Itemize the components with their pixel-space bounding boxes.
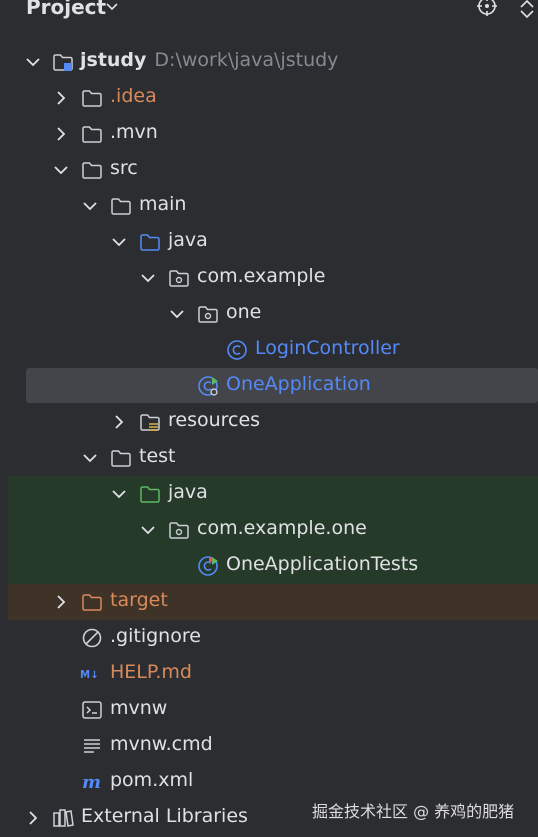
- package-icon: [198, 306, 218, 323]
- tree-item-label: test: [139, 445, 176, 467]
- tree-item-label: src: [110, 157, 138, 179]
- spring-boot-class-icon: [198, 376, 218, 396]
- tree-item-label: target: [110, 589, 168, 611]
- tree-item-label: com.example.one: [197, 517, 367, 539]
- module-folder-icon: [53, 54, 73, 71]
- tree-item-main[interactable]: main: [0, 188, 538, 224]
- tree-item-mvnw-cmd[interactable]: mvnw.cmd: [0, 728, 538, 764]
- chevron-down-icon[interactable]: [139, 269, 157, 287]
- tree-item-label: .mvn: [110, 121, 158, 143]
- folder-icon: [111, 450, 131, 467]
- tree-item-label: OneApplicationTests: [226, 553, 419, 575]
- tree-item-label: pom.xml: [110, 769, 194, 791]
- svg-text:m: m: [82, 772, 101, 793]
- folder-icon: [111, 198, 131, 215]
- panel-title[interactable]: Project: [26, 0, 106, 19]
- chevron-down-icon[interactable]: [81, 449, 99, 467]
- tree-item-one[interactable]: one: [0, 296, 538, 332]
- chevron-right-icon[interactable]: [110, 413, 128, 431]
- tree-item-label: LoginController: [255, 337, 400, 359]
- chevron-down-icon[interactable]: [110, 485, 128, 503]
- terminal-file-icon: [82, 701, 102, 719]
- watermark: 掘金技术社区 @ 养鸡的肥猪: [312, 802, 515, 821]
- folder-icon: [82, 126, 102, 143]
- tree-item-jstudy[interactable]: jstudy D:\work\java\jstudy: [0, 44, 538, 80]
- chevron-right-icon[interactable]: [52, 125, 70, 143]
- chevron-down-icon[interactable]: [24, 53, 42, 71]
- tree-item-test-java[interactable]: java: [0, 476, 538, 512]
- tree-item-target[interactable]: target: [0, 584, 538, 620]
- tree-item-label: .idea: [110, 85, 157, 107]
- chevron-right-icon[interactable]: [24, 809, 42, 827]
- chevron-right-icon[interactable]: [52, 89, 70, 107]
- tree-item-label: main: [139, 193, 187, 215]
- locate-icon[interactable]: [476, 0, 498, 17]
- chevron-down-icon[interactable]: [104, 0, 120, 14]
- tree-item-label: .gitignore: [110, 625, 201, 647]
- tree-item-label: java: [168, 229, 208, 251]
- tree-item-label: java: [168, 481, 208, 503]
- ignore-file-icon: [82, 628, 102, 648]
- folder-icon: [82, 90, 102, 107]
- tree-item-help-md[interactable]: M↓ HELP.md: [0, 656, 538, 692]
- tree-item-label: mvnw.cmd: [110, 733, 213, 755]
- tree-item-main-java[interactable]: java: [0, 224, 538, 260]
- package-icon: [169, 270, 189, 287]
- library-icon: [53, 809, 74, 827]
- tree-item-label: External Libraries: [81, 805, 248, 827]
- text-file-icon: [84, 739, 100, 753]
- tree-item-resources[interactable]: resources: [0, 404, 538, 440]
- tree-item-mvn[interactable]: .mvn: [0, 116, 538, 152]
- tree-item-src[interactable]: src: [0, 152, 538, 188]
- package-icon: [169, 522, 189, 539]
- chevron-down-icon[interactable]: [168, 305, 186, 323]
- tree-item-label: com.example: [197, 265, 326, 287]
- svg-text:M↓: M↓: [80, 670, 99, 681]
- source-folder-icon: [140, 234, 160, 251]
- tree-item-label: resources: [168, 409, 261, 431]
- tree-item-mvnw[interactable]: mvnw: [0, 692, 538, 728]
- chevron-right-icon[interactable]: [52, 593, 70, 611]
- chevron-down-icon[interactable]: [110, 233, 128, 251]
- tree-item-label: HELP.md: [110, 661, 192, 683]
- tree-item-login-controller[interactable]: LoginController: [0, 332, 538, 368]
- folder-icon: [82, 162, 102, 179]
- expand-collapse-icon[interactable]: [516, 0, 538, 20]
- tree-item-one-application-tests[interactable]: OneApplicationTests: [0, 548, 538, 584]
- project-path: D:\work\java\jstudy: [154, 49, 339, 71]
- maven-icon: m: [82, 772, 101, 793]
- tree-item-test[interactable]: test: [0, 440, 538, 476]
- chevron-down-icon[interactable]: [52, 161, 70, 179]
- chevron-down-icon[interactable]: [139, 521, 157, 539]
- markdown-icon: M↓: [80, 670, 99, 681]
- panel-header: Project: [0, 0, 538, 22]
- tree-item-idea[interactable]: .idea: [0, 80, 538, 116]
- resources-folder-icon: [140, 414, 160, 431]
- tree-item-one-application[interactable]: OneApplication: [0, 368, 538, 404]
- tree-item-label: one: [226, 301, 262, 323]
- tree-item-com-example-one[interactable]: com.example.one: [0, 512, 538, 548]
- tree-item-label: jstudy D:\work\java\jstudy: [80, 49, 339, 71]
- tree-item-gitignore[interactable]: .gitignore: [0, 620, 538, 656]
- test-source-folder-icon: [140, 486, 160, 503]
- class-icon: [227, 340, 247, 360]
- tree-item-label: mvnw: [110, 697, 168, 719]
- tree-item-com-example[interactable]: com.example: [0, 260, 538, 296]
- tree-item-label: OneApplication: [226, 373, 371, 395]
- excluded-folder-icon: [82, 594, 102, 611]
- chevron-down-icon[interactable]: [81, 197, 99, 215]
- tree-item-pom[interactable]: m pom.xml: [0, 764, 538, 800]
- test-class-icon: [198, 556, 218, 576]
